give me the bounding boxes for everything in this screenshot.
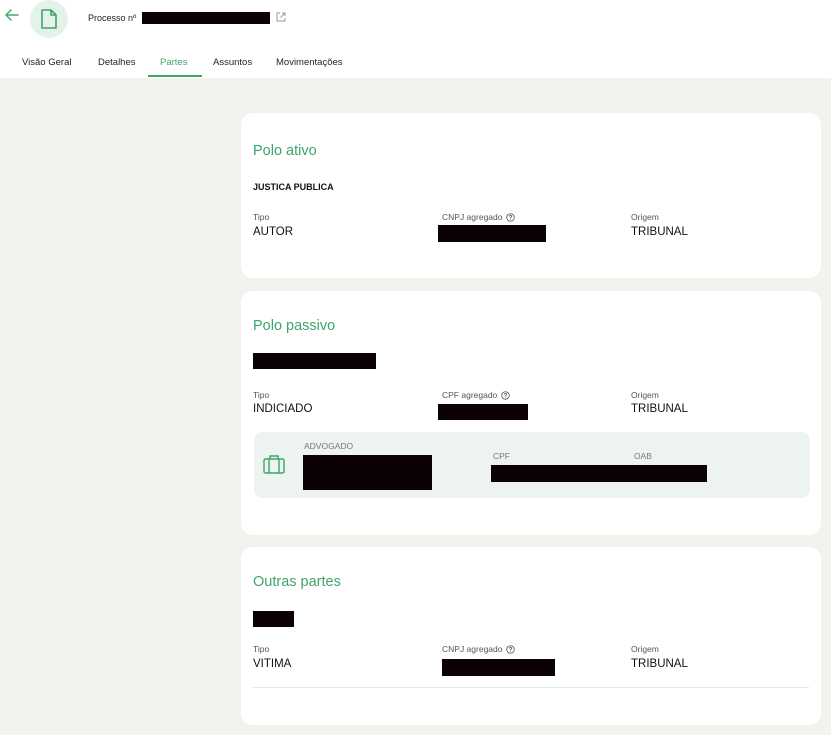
origem-label: Origem	[631, 644, 659, 654]
origem-label: Origem	[631, 212, 659, 222]
advogado-name-redacted	[303, 455, 432, 490]
polo-ativo-card: Polo ativo JUSTICA PUBLICA Tipo AUTOR CN…	[241, 113, 821, 278]
tipo-label: Tipo	[253, 390, 270, 400]
oab-label: OAB	[634, 451, 652, 461]
polo-passivo-card: Polo passivo Tipo INDICIADO CPF agregado…	[241, 291, 821, 535]
tab-visao-geral[interactable]: Visão Geral	[22, 57, 71, 68]
card-title: Outras partes	[253, 574, 341, 590]
origem-value: TRIBUNAL	[631, 226, 688, 238]
cnpj-value-redacted	[442, 659, 555, 676]
tab-assuntos[interactable]: Assuntos	[213, 57, 252, 68]
top-bar: Processo nº Visão Geral Detalhes Partes …	[0, 0, 831, 78]
tipo-label: Tipo	[253, 644, 270, 654]
card-title: Polo passivo	[253, 318, 336, 334]
tab-movimentacoes[interactable]: Movimentações	[276, 57, 343, 68]
advogado-label: ADVOGADO	[304, 441, 354, 451]
cnpj-value-redacted	[438, 225, 546, 242]
tipo-label: Tipo	[253, 212, 270, 222]
tab-bar: Visão Geral Detalhes Partes Assuntos Mov…	[0, 56, 831, 78]
help-circle-icon[interactable]	[506, 644, 516, 654]
divider	[253, 687, 809, 688]
active-tab-indicator	[148, 75, 202, 77]
origem-label: Origem	[631, 390, 659, 400]
briefcase-icon	[263, 455, 285, 474]
cpf-oab-redacted	[491, 465, 707, 482]
process-number-label: Processo nº	[88, 13, 137, 23]
cpf-label: CPF	[493, 451, 510, 461]
process-number-redacted	[142, 12, 270, 24]
back-arrow-icon[interactable]	[3, 6, 21, 24]
cpf-value-redacted	[438, 404, 528, 420]
advogado-box: ADVOGADO CPF OAB	[254, 432, 810, 498]
origem-value: TRIBUNAL	[631, 403, 688, 415]
external-link-icon[interactable]	[275, 11, 287, 23]
tab-detalhes[interactable]: Detalhes	[98, 57, 136, 68]
help-circle-icon[interactable]	[506, 212, 516, 222]
document-icon	[41, 9, 57, 29]
cnpj-label: CNPJ agregado	[442, 644, 516, 654]
help-circle-icon[interactable]	[501, 390, 510, 400]
tab-partes[interactable]: Partes	[160, 57, 187, 68]
tipo-value: AUTOR	[253, 226, 294, 238]
outras-partes-card: Outras partes Tipo VITIMA CNPJ agregado …	[241, 547, 821, 725]
tipo-value: INDICIADO	[253, 403, 313, 415]
party-name-redacted	[253, 611, 294, 627]
party-name: JUSTICA PUBLICA	[253, 182, 334, 192]
document-avatar	[30, 0, 68, 38]
party-name-redacted	[253, 353, 376, 369]
origem-value: TRIBUNAL	[631, 658, 688, 670]
cpf-label: CPF agregado	[442, 390, 510, 400]
card-title: Polo ativo	[253, 143, 317, 159]
cnpj-label: CNPJ agregado	[442, 212, 516, 222]
tipo-value: VITIMA	[253, 658, 292, 670]
